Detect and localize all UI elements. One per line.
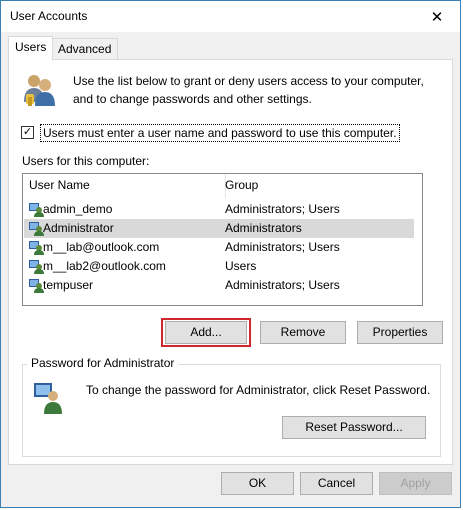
cancel-button[interactable]: Cancel [300, 472, 373, 495]
title-bar: User Accounts ✕ [1, 1, 460, 32]
user-name-cell: tempuser [43, 278, 94, 292]
table-row[interactable]: tempuser Administrators; Users [24, 276, 414, 295]
reset-password-instructions: To change the password for Administrator… [86, 383, 431, 397]
user-name-cell: m__lab@outlook.com [43, 240, 160, 254]
column-group[interactable]: Group [225, 178, 258, 192]
password-group-title: Password for Administrator [27, 356, 179, 370]
column-user-name[interactable]: User Name [29, 178, 90, 192]
users-list[interactable]: User Name Group admin_demo Administrator… [22, 173, 423, 306]
tab-users[interactable]: Users [8, 36, 54, 60]
user-icon [29, 203, 44, 217]
ok-button[interactable]: OK [221, 472, 294, 495]
group-cell: Administrators; Users [225, 240, 340, 254]
group-cell: Administrators [225, 221, 302, 235]
admin-user-icon [34, 383, 62, 414]
group-cell: Administrators; Users [225, 278, 340, 292]
apply-button[interactable]: Apply [379, 472, 452, 495]
user-name-cell: Administrator [43, 221, 114, 235]
require-password-label[interactable]: Users must enter a user name and passwor… [40, 124, 400, 142]
group-cell: Users [225, 259, 257, 273]
users-panel: Use the list below to grant or deny user… [8, 59, 453, 465]
window-title: User Accounts [10, 9, 88, 23]
table-row[interactable]: m__lab2@outlook.com Users [24, 257, 414, 276]
user-icon [29, 222, 44, 236]
list-header: User Name Group [23, 174, 422, 198]
table-row-selected[interactable]: Administrator Administrators [24, 219, 414, 238]
table-row[interactable]: admin_demo Administrators; Users [24, 200, 414, 219]
users-for-computer-label: Users for this computer: [22, 154, 150, 168]
group-cell: Administrators; Users [225, 202, 340, 216]
close-icon[interactable]: ✕ [414, 1, 460, 32]
table-row[interactable]: m__lab@outlook.com Administrators; Users [24, 238, 414, 257]
user-icon [29, 260, 44, 274]
user-icon [29, 279, 44, 293]
reset-password-button[interactable]: Reset Password... [282, 416, 426, 439]
properties-button[interactable]: Properties [357, 321, 443, 344]
tab-advanced[interactable]: Advanced [51, 38, 119, 59]
intro-text: Use the list below to grant or deny user… [73, 74, 424, 106]
user-name-cell: m__lab2@outlook.com [43, 259, 166, 273]
user-accounts-window: User Accounts ✕ Users Advanced Use the l… [0, 0, 461, 508]
password-groupbox [22, 364, 441, 457]
user-icon [29, 241, 44, 255]
require-password-checkbox[interactable]: ✓ [21, 126, 34, 139]
users-icon [24, 75, 55, 106]
remove-button[interactable]: Remove [260, 321, 346, 344]
add-button[interactable]: Add... [165, 321, 247, 344]
user-name-cell: admin_demo [43, 202, 113, 216]
